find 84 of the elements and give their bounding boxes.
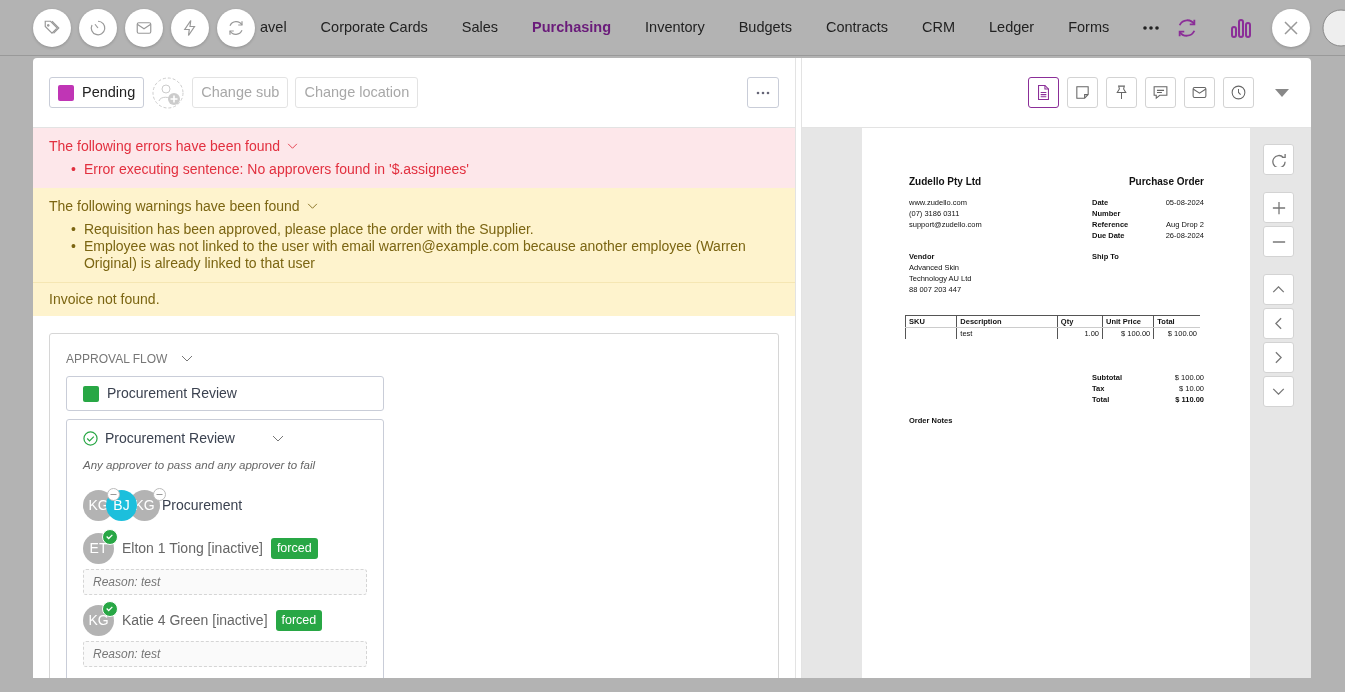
- zoom-out-button[interactable]: [1263, 226, 1294, 257]
- clock-tab[interactable]: [1223, 77, 1254, 108]
- bullet: •: [71, 238, 76, 256]
- chevron-down-icon[interactable]: [287, 143, 299, 150]
- status-button[interactable]: Pending: [49, 77, 145, 108]
- notice-text: Invoice not found.: [49, 291, 160, 307]
- error-message: Error executing sentence: No approvers found in '$.assignees': [83, 161, 470, 178]
- scroll-down-button[interactable]: [1263, 376, 1294, 407]
- next-page-button[interactable]: [1263, 342, 1294, 373]
- dropdown-caret-icon[interactable]: [1275, 88, 1289, 97]
- stage-bar[interactable]: Procurement Review: [66, 376, 384, 411]
- rule-text: Any approver to pass and any approver to fail: [83, 458, 317, 473]
- clock-icon: [1230, 84, 1247, 101]
- remove-icon[interactable]: [153, 488, 166, 502]
- nav-tab[interactable]: Ledger: [989, 16, 1035, 39]
- tag-button[interactable]: [33, 9, 71, 47]
- step-title: Procurement Review: [105, 429, 235, 448]
- chevron-down-icon: [1272, 388, 1285, 395]
- note-icon: [1074, 84, 1091, 101]
- add-user-icon[interactable]: [152, 76, 185, 109]
- group-name: Procurement: [162, 496, 243, 516]
- scroll-up-button[interactable]: [1263, 274, 1294, 305]
- mail-tab[interactable]: [1184, 77, 1215, 108]
- warning-message: Employee was not linked to the user with email warren@example.com because another employee (Warren Original) is already linked to that user: [83, 238, 747, 272]
- status-tag: forced: [270, 538, 318, 560]
- remove-icon[interactable]: [107, 488, 120, 502]
- nav-tab[interactable]: Purchasing: [532, 16, 612, 39]
- document-tab[interactable]: [1028, 77, 1059, 108]
- section-heading: APPROVAL FLOW: [66, 351, 168, 368]
- timer-icon: [89, 19, 107, 37]
- nav-tab[interactable]: Inventory: [645, 16, 705, 39]
- mail-button[interactable]: [125, 9, 163, 47]
- nav-tab[interactable]: Forms: [1068, 16, 1110, 39]
- rotate-button[interactable]: [1263, 144, 1294, 175]
- close-button[interactable]: [1272, 9, 1310, 47]
- document-title: Purchase Order: [1128, 176, 1204, 187]
- reason-note: Reason: test: [83, 569, 367, 596]
- more-icon[interactable]: [1143, 25, 1160, 30]
- comment-icon: [1152, 84, 1169, 101]
- minus-icon: [1271, 240, 1286, 243]
- nav-tab[interactable]: Corporate Cards: [320, 16, 428, 39]
- warning-heading: The following warnings have been found: [49, 197, 300, 216]
- pin-icon: [1113, 84, 1130, 101]
- chevron-right-icon: [1275, 351, 1282, 364]
- document-icon: [1035, 84, 1052, 101]
- company-name: Zudello Pty Ltd: [909, 176, 982, 187]
- bullet: •: [71, 221, 76, 238]
- more-icon: [755, 90, 771, 95]
- plus-icon: [1271, 200, 1286, 215]
- pin-tab[interactable]: [1106, 77, 1137, 108]
- nav-tab[interactable]: Budgets: [738, 16, 792, 39]
- nav-tab[interactable]: CRM: [922, 16, 955, 39]
- chevron-down-icon[interactable]: [181, 355, 194, 363]
- error-heading: The following errors have been found: [49, 137, 281, 156]
- chevron-down-icon[interactable]: [271, 434, 284, 443]
- check-circle-icon: [83, 431, 98, 446]
- chevron-down-icon[interactable]: [306, 203, 318, 210]
- nav-tab[interactable]: avel: [260, 16, 287, 39]
- approver-name: Katie 4 Green [inactive]: [122, 611, 268, 631]
- chevron-up-icon: [1272, 286, 1285, 293]
- bullet: •: [71, 161, 76, 178]
- warning-message: Requisition has been approved, please place the order with the Supplier.: [83, 221, 534, 238]
- previous-page-button[interactable]: [1263, 308, 1294, 339]
- comment-tab[interactable]: [1145, 77, 1176, 108]
- avatar-icon[interactable]: [1322, 9, 1345, 47]
- nav-tab[interactable]: Contracts: [825, 16, 888, 39]
- nav-tab[interactable]: Sales: [461, 16, 499, 39]
- note-tab[interactable]: [1067, 77, 1098, 108]
- zoom-in-button[interactable]: [1263, 192, 1294, 223]
- chevron-left-icon: [1275, 317, 1282, 330]
- lightning-button[interactable]: [171, 9, 209, 47]
- more-options-button[interactable]: [747, 77, 779, 108]
- mail-icon: [1191, 84, 1208, 101]
- rotate-icon: [1271, 152, 1286, 167]
- timer-button[interactable]: [79, 9, 117, 47]
- sync-icon: [227, 19, 245, 37]
- mail-icon: [135, 19, 153, 37]
- tag-icon: [43, 19, 61, 37]
- sync-button[interactable]: [217, 9, 255, 47]
- close-icon: [1283, 20, 1299, 36]
- bar-chart-icon[interactable]: [1230, 16, 1253, 39]
- status-tag: forced: [275, 610, 323, 632]
- approver-name: Elton 1 Tiong [inactive]: [122, 539, 263, 559]
- reason-note: Reason: test: [83, 641, 367, 668]
